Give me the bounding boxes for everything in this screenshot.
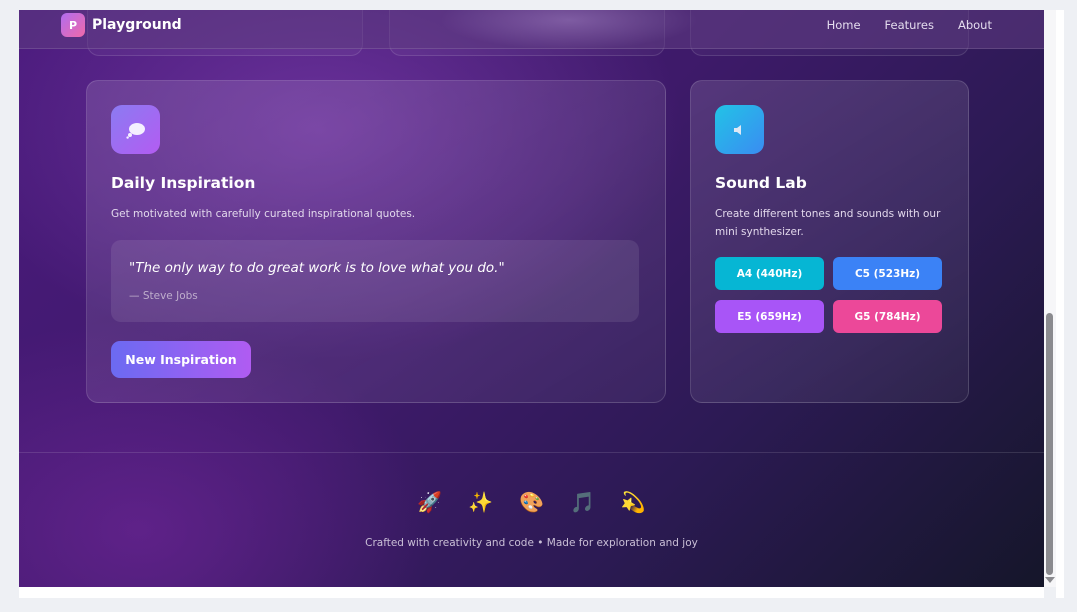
thought-bubble-icon — [111, 105, 160, 154]
palette-icon: 🎨 — [519, 490, 544, 514]
nav-link-about[interactable]: About — [958, 18, 992, 32]
brand-logo-icon: P — [61, 13, 85, 37]
sparkles-icon: ✨ — [468, 490, 494, 514]
card-description: Get motivated with carefully curated ins… — [111, 208, 416, 220]
brand[interactable]: P Playground — [61, 13, 182, 37]
speaker-glyph — [733, 124, 741, 135]
thought-bubble-glyph — [125, 122, 145, 139]
quote-box: "The only way to do great work is to lov… — [111, 240, 639, 322]
nav-links: Home Features About — [827, 18, 992, 32]
scrollbar-thumb[interactable] — [1046, 313, 1053, 575]
footer-emoji-row: 🚀 ✨ 🎨 🎵 💫 — [19, 490, 1044, 514]
rocket-icon: 🚀 — [417, 490, 443, 514]
card-description: Create different tones and sounds with o… — [715, 205, 940, 241]
note-button-g5[interactable]: G5 (784Hz) — [833, 300, 942, 333]
footer-text: Crafted with creativity and code • Made … — [365, 537, 698, 549]
footer-divider — [19, 452, 1044, 453]
scroll-down-arrow-icon[interactable] — [1045, 577, 1055, 583]
quote-text: "The only way to do great work is to lov… — [129, 260, 505, 276]
top-navbar: P Playground Home Features About — [19, 10, 1044, 50]
card-title: Daily Inspiration — [111, 174, 256, 192]
page-viewport: P Playground Home Features About Daily I… — [19, 10, 1044, 587]
music-note-icon: 🎵 — [569, 490, 595, 514]
description-line: mini synthesizer. — [715, 226, 804, 238]
dizzy-star-icon: 💫 — [620, 490, 646, 514]
brand-name: Playground — [92, 17, 182, 33]
description-line: Create different tones and sounds with o… — [715, 208, 941, 220]
nav-link-home[interactable]: Home — [827, 18, 861, 32]
window-frame-right — [1056, 10, 1064, 598]
nav-link-features[interactable]: Features — [885, 18, 934, 32]
inspiration-card: Daily Inspiration Get motivated with car… — [86, 80, 666, 403]
new-inspiration-button[interactable]: New Inspiration — [111, 341, 251, 378]
card-title: Sound Lab — [715, 174, 807, 192]
sound-lab-card: Sound Lab Create different tones and sou… — [690, 80, 969, 403]
navbar-glow — [439, 10, 699, 50]
window-frame-bottom — [19, 587, 1044, 598]
quote-author: — Steve Jobs — [129, 290, 198, 302]
note-button-c5[interactable]: C5 (523Hz) — [833, 257, 942, 290]
note-button-e5[interactable]: E5 (659Hz) — [715, 300, 824, 333]
speaker-icon — [715, 105, 764, 154]
note-button-a4[interactable]: A4 (440Hz) — [715, 257, 824, 290]
